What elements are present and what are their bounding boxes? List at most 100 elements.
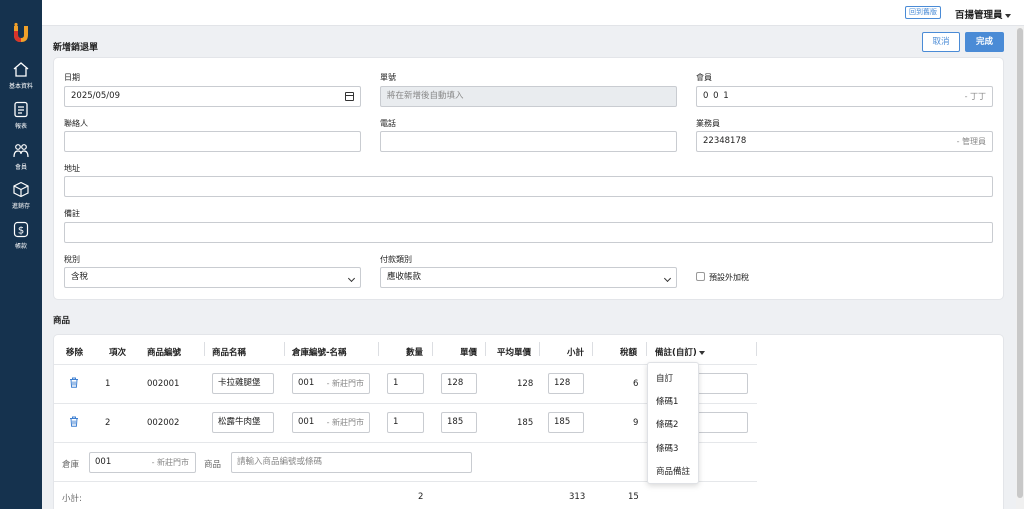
col-separator	[284, 342, 285, 356]
sidebar-item-report[interactable]: 報表	[0, 101, 42, 130]
row-2-name: 松露牛肉堡	[218, 417, 261, 427]
dropdown-option-barcode-3[interactable]: 條碼3	[656, 442, 678, 454]
col-header-code: 商品編號	[147, 348, 182, 358]
remove-row-2-button[interactable]	[69, 416, 79, 430]
row-1-note-input[interactable]	[695, 373, 748, 394]
trash-icon	[70, 416, 78, 427]
row-1-subtotal: 128	[554, 378, 571, 388]
row-1-avg-price: 128	[517, 379, 534, 389]
member-label: 會員	[696, 73, 712, 82]
sidebar-item-label: 基本資料	[8, 83, 33, 90]
row-1-name-input[interactable]: 卡拉雞腿堡	[212, 373, 274, 394]
scrollbar-thumb[interactable]	[1017, 28, 1023, 498]
row-2-price-input[interactable]: 185	[441, 412, 477, 433]
dollar-icon: $	[13, 221, 29, 238]
date-input[interactable]: 2025/05/09	[64, 86, 361, 107]
row-2-qty-input[interactable]: 1	[387, 412, 424, 433]
row-1-subtotal-input[interactable]: 128	[548, 373, 584, 394]
add-row-warehouse-code: 001	[95, 457, 112, 467]
col-separator	[432, 342, 433, 356]
report-icon	[14, 101, 28, 118]
sidebar-item-accounts[interactable]: $ 帳款	[0, 221, 42, 250]
caret-down-icon	[698, 350, 705, 355]
row-1-warehouse-input[interactable]: 001 - 新莊門市	[292, 373, 370, 394]
add-row-product-input[interactable]: 請輸入商品編號或條碼	[231, 452, 472, 473]
row-2-code: 002002	[147, 418, 180, 428]
col-header-tax: 稅額	[620, 348, 638, 358]
page-scrollbar[interactable]	[1016, 26, 1024, 509]
address-label: 地址	[64, 164, 80, 173]
member-value: 0 0 1	[703, 91, 730, 101]
salesperson-value: 22348178	[703, 136, 747, 146]
sidebar-item-members[interactable]: 會員	[0, 142, 42, 171]
col-separator	[539, 342, 540, 356]
row-1-qty: 1	[393, 378, 399, 388]
col-separator	[378, 342, 379, 356]
col-separator	[646, 342, 647, 356]
add-row-warehouse-label: 倉庫	[62, 460, 80, 470]
col-separator	[756, 342, 757, 356]
row-1-qty-input[interactable]: 1	[387, 373, 424, 394]
totals-subtotal: 313	[569, 492, 586, 502]
order-no-label: 單號	[380, 73, 396, 82]
phone-input[interactable]	[380, 131, 677, 152]
note-column-dropdown-menu: 自訂 條碼1 條碼2 條碼3 商品備註	[647, 362, 699, 484]
row-1-tax: 6	[633, 379, 639, 389]
sidebar-item-inventory[interactable]: 進銷存	[0, 181, 42, 210]
note-input[interactable]	[64, 222, 993, 243]
member-input[interactable]: 0 0 1 - 丁丁	[696, 86, 993, 107]
contact-label: 聯絡人	[64, 119, 88, 128]
back-to-old-version-button[interactable]: 回到舊版	[905, 6, 941, 19]
col-header-index: 項次	[109, 348, 127, 358]
add-row-warehouse-input[interactable]: 001 - 新莊門市	[89, 452, 196, 473]
totals-tax: 15	[628, 492, 639, 502]
dropdown-option-barcode-2[interactable]: 條碼2	[656, 418, 678, 430]
tax-type-select[interactable]: 含稅	[64, 267, 361, 288]
row-2-subtotal-input[interactable]: 185	[548, 412, 584, 433]
calendar-icon[interactable]	[345, 92, 354, 101]
row-1-name: 卡拉雞腿堡	[218, 378, 261, 388]
extra-tax-label: 預設外加稅	[709, 273, 749, 282]
phone-label: 電話	[380, 119, 396, 128]
col-header-note-dropdown[interactable]: 備註(自訂)	[655, 346, 705, 358]
sidebar-item-label: 會員	[14, 164, 27, 171]
done-button[interactable]: 完成	[965, 32, 1004, 52]
caret-down-icon	[1004, 13, 1011, 18]
row-1-index: 1	[105, 379, 111, 389]
add-row-warehouse-name: - 新莊門市	[151, 458, 189, 467]
row-2-note-input[interactable]	[695, 412, 748, 433]
row-1-price-input[interactable]: 128	[441, 373, 477, 394]
salesperson-name-suffix: - 管理員	[956, 137, 986, 146]
payment-type-select[interactable]: 應收帳款	[380, 267, 677, 288]
cancel-button[interactable]: 取消	[922, 32, 960, 52]
dropdown-option-barcode-1[interactable]: 條碼1	[656, 395, 678, 407]
tax-type-value: 含稅	[71, 272, 89, 282]
salesperson-label: 業務員	[696, 119, 720, 128]
sidebar-item-label: 進銷存	[11, 203, 30, 210]
date-label: 日期	[64, 73, 80, 82]
payment-type-value: 應收帳款	[387, 272, 422, 282]
members-icon	[13, 144, 29, 158]
row-2-warehouse-input[interactable]: 001 - 新莊門市	[292, 412, 370, 433]
user-menu[interactable]: 百揚管理員	[955, 7, 1011, 21]
row-1-code: 002001	[147, 379, 180, 389]
remove-row-1-button[interactable]	[69, 377, 79, 391]
address-input[interactable]	[64, 176, 993, 197]
row-2-index: 2	[105, 418, 111, 428]
sidebar-item-basic-data[interactable]: 基本資料	[0, 61, 42, 90]
order-no-input: 將在新增後自動填入	[380, 86, 677, 107]
dropdown-option-custom[interactable]: 自訂	[656, 372, 673, 384]
extra-tax-checkbox[interactable]	[696, 272, 705, 281]
user-name: 百揚管理員	[955, 10, 1003, 21]
sidebar-item-label: 帳款	[14, 243, 27, 250]
salesperson-input[interactable]: 22348178 - 管理員	[696, 131, 993, 152]
chevron-down-icon	[663, 274, 672, 283]
dropdown-option-product-note[interactable]: 商品備註	[656, 465, 690, 477]
sidebar-item-label: 報表	[14, 123, 27, 130]
row-2-name-input[interactable]: 松露牛肉堡	[212, 412, 274, 433]
row-2-avg-price: 185	[517, 418, 534, 428]
member-name-suffix: - 丁丁	[964, 92, 986, 101]
col-header-subtotal: 小計	[567, 348, 585, 358]
contact-input[interactable]	[64, 131, 361, 152]
col-separator	[592, 342, 593, 356]
